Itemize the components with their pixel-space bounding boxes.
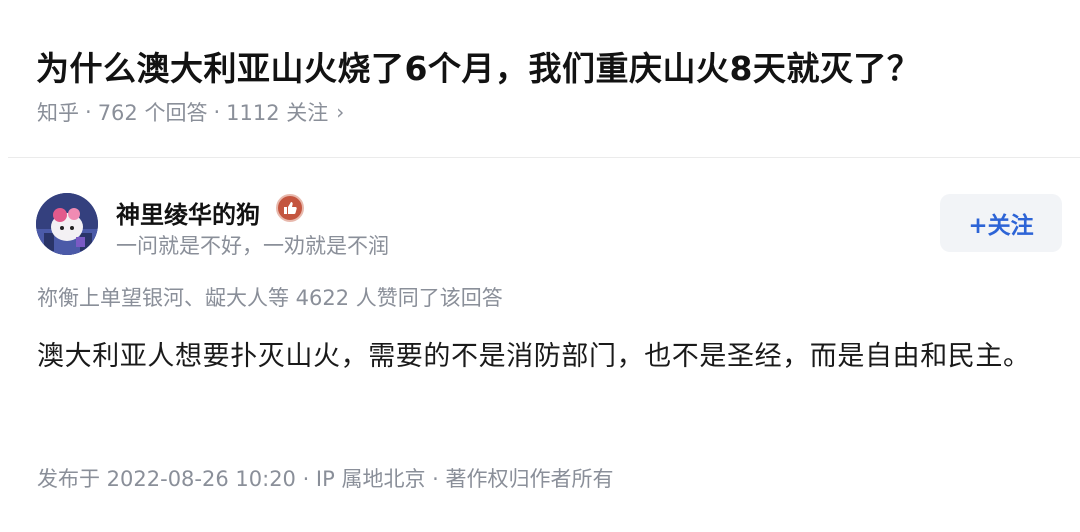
question-meta[interactable]: 知乎 · 762 个回答 · 1112 关注 › — [37, 97, 344, 127]
thumbs-up-badge-icon — [276, 194, 304, 222]
author-name[interactable]: 神里绫华的狗 — [116, 195, 260, 230]
question-header[interactable]: 为什么澳大利亚山火烧了6个月，我们重庆山火8天就灭了？ 知乎 · 762 个回答… — [0, 0, 1080, 158]
avatar[interactable] — [36, 193, 98, 255]
follow-button[interactable]: +关注 — [940, 194, 1062, 252]
question-title[interactable]: 为什么澳大利亚山火烧了6个月，我们重庆山火8天就灭了？ — [36, 42, 920, 90]
zhihu-answer-page: 为什么澳大利亚山火烧了6个月，我们重庆山火8天就灭了？ 知乎 · 762 个回答… — [0, 0, 1080, 532]
divider — [8, 157, 1080, 158]
avatar-image — [36, 193, 98, 255]
follower-count: 1112 关注 — [226, 101, 329, 125]
answer-content: 澳大利亚人想要扑灭山火，需要的不是消防部门，也不是圣经，而是自由和民主。 — [37, 341, 1031, 372]
author-headline: 一问就是不好，一劝就是不润 — [116, 234, 389, 258]
meta-separator: · — [85, 100, 92, 124]
chevron-right-icon: › — [336, 100, 345, 124]
publish-info: 发布于 2022-08-26 10:20 · IP 属地北京 · 著作权归作者所… — [37, 467, 614, 491]
source-label: 知乎 — [37, 101, 79, 125]
voters-text[interactable]: 祢衡上单望银河、龊大人等 4622 人赞同了该回答 — [37, 282, 503, 312]
meta-separator: · — [213, 100, 221, 124]
answer-count: 762 个回答 — [97, 101, 208, 125]
